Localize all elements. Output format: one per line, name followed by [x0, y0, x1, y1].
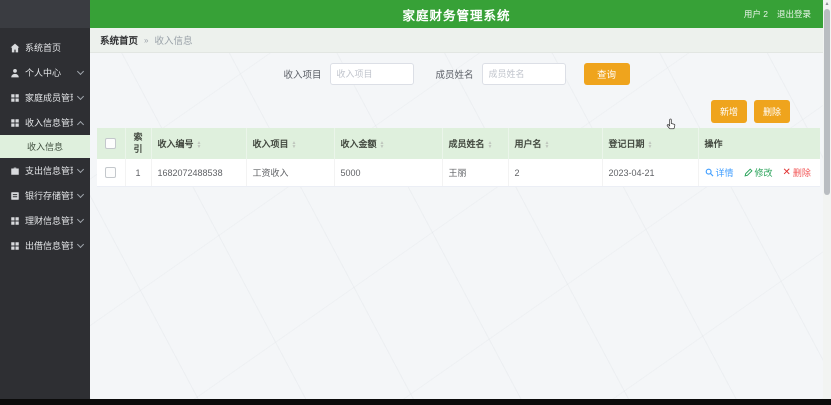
breadcrumb-current: 收入信息 [154, 36, 193, 47]
sidebar-item-wealth-management[interactable]: 理财信息管理 [0, 208, 90, 233]
breadcrumb: 系统首页 » 收入信息 [90, 28, 823, 53]
top-header-bar: 家庭财务管理系统 用户 2 退出登录 [90, 0, 823, 28]
sidebar-item-personal-center[interactable]: 个人中心 [0, 60, 90, 85]
sidebar-item-label: 银行存储管理 [25, 191, 73, 201]
briefcase-icon [10, 166, 20, 176]
current-user-label[interactable]: 用户 2 [744, 8, 768, 20]
column-header-username[interactable]: 用户名 ▲ ▼ [508, 128, 603, 160]
column-header-index: 索引 [125, 128, 152, 160]
sidebar-subitem-label: 收入信息 [26, 142, 63, 152]
chevron-down-icon [76, 67, 85, 76]
cell-username: 2 [508, 159, 603, 188]
cell-income-item: 工资收入 [246, 159, 335, 188]
table-row: 1 1682072488538 工资收入 5000 王丽 2 2023-04-2… [97, 159, 820, 188]
scrollbar-thumb[interactable] [824, 9, 830, 195]
sidebar-menu: 系统首页 个人中心 家庭成员管理 收入信息管理 [0, 28, 90, 258]
column-header-income-amount[interactable]: 收入金额 ▲ ▼ [334, 128, 443, 160]
cell-member-name: 王丽 [442, 159, 509, 188]
cell-index: 1 [125, 159, 152, 188]
sort-icon[interactable]: ▲ ▼ [197, 140, 202, 149]
sort-icon[interactable]: ▲ ▼ [648, 140, 653, 149]
sidebar-item-label: 理财信息管理 [25, 216, 73, 226]
user-icon [10, 68, 20, 78]
detail-action[interactable]: 详情 [705, 166, 734, 179]
column-header-member-name[interactable]: 成员姓名 ▲ ▼ [442, 128, 509, 160]
delete-action[interactable]: ✕ 删除 [783, 166, 811, 179]
sidebar-item-expense-management[interactable]: 支出信息管理 [0, 158, 90, 183]
home-icon [10, 43, 20, 53]
logout-link[interactable]: 退出登录 [777, 8, 811, 20]
add-button[interactable]: 新增 [710, 100, 747, 123]
chevron-down-icon [76, 240, 85, 249]
sort-icon[interactable]: ▲ ▼ [545, 140, 550, 149]
grid-icon [10, 118, 20, 128]
breadcrumb-separator: » [144, 35, 149, 45]
sidebar-item-income-management[interactable]: 收入信息管理 [0, 110, 90, 135]
app-title: 家庭财务管理系统 [402, 8, 511, 23]
scrollbar-up-arrow[interactable]: ▴ [823, 0, 831, 8]
chevron-up-icon [76, 120, 85, 128]
sidebar-item-label: 个人中心 [25, 68, 62, 78]
income-table: 索引 收入编号 ▲ ▼ 收入项目 ▲ ▼ 收入金额 ▲ ▼ 成员姓名 ▲ ▼ 用户名 ▲ ▼ 登记日… [97, 128, 820, 188]
edit-action[interactable]: 修改 [743, 166, 773, 179]
cell-income-amount: 5000 [334, 159, 443, 188]
pencil-icon [743, 168, 753, 177]
cell-income-no: 1682072488538 [151, 159, 247, 188]
column-header-register-date[interactable]: 登记日期 ▲ ▼ [602, 128, 699, 160]
main-content: 收入项目 成员姓名 查询 新增 删除 索引 收入编号▲▼ [90, 53, 823, 399]
cell-register-date: 2023-04-21 [602, 159, 699, 188]
income-item-label: 收入项目 [283, 70, 322, 81]
header-user-area: 用户 2 退出登录 [744, 0, 811, 28]
table-header-row: 索引 收入编号 ▲ ▼ 收入项目 ▲ ▼ 收入金额 ▲ ▼ 成员姓名 ▲ ▼ 用户名 ▲ ▼ 登记日… [97, 128, 820, 160]
table-toolbar: 新增 删除 [90, 100, 823, 123]
select-all-checkbox[interactable] [105, 138, 117, 150]
bank-icon [10, 191, 20, 201]
sidebar: 系统首页 个人中心 家庭成员管理 收入信息管理 [0, 0, 90, 399]
sidebar-item-bank-storage[interactable]: 银行存储管理 [0, 183, 90, 208]
chevron-down-icon [76, 165, 85, 174]
column-header-income-item[interactable]: 收入项目 ▲ ▼ [246, 128, 335, 160]
grid-icon [10, 216, 20, 226]
income-item-input[interactable] [329, 63, 414, 85]
row-checkbox[interactable] [105, 167, 117, 179]
app-window: 家庭财务管理系统 用户 2 退出登录 系统首页 个人中心 家庭成员管 收入信息管… [0, 0, 831, 405]
sidebar-item-label: 收入信息管理 [25, 118, 73, 128]
bottom-taskbar-edge [0, 399, 831, 405]
member-name-label: 成员姓名 [435, 70, 474, 81]
vertical-scrollbar[interactable]: ▴ [823, 0, 831, 399]
breadcrumb-home[interactable]: 系统首页 [100, 33, 138, 47]
sidebar-item-label: 家庭成员管理 [25, 93, 73, 103]
sidebar-logo-area [0, 0, 90, 28]
sidebar-item-family-members[interactable]: 家庭成员管理 [0, 85, 90, 110]
column-header-actions: 操作 [698, 128, 820, 160]
sidebar-item-label: 出借信息管理 [25, 241, 73, 251]
sidebar-item-lending-management[interactable]: 出借信息管理 [0, 233, 90, 258]
delete-button[interactable]: 删除 [753, 100, 790, 123]
sidebar-subitem-income-info[interactable]: 收入信息 [0, 135, 90, 158]
chevron-down-icon [76, 215, 85, 224]
sort-icon[interactable]: ▲ ▼ [292, 140, 297, 149]
search-button[interactable]: 查询 [583, 63, 630, 85]
column-header-income-no[interactable]: 收入编号 ▲ ▼ [151, 128, 247, 160]
chevron-down-icon [76, 92, 85, 101]
x-icon: ✕ [782, 167, 791, 179]
search-form: 收入项目 成员姓名 查询 [90, 63, 823, 85]
sidebar-item-label: 支出信息管理 [25, 166, 73, 176]
sidebar-item-home[interactable]: 系统首页 [0, 35, 90, 60]
chevron-down-icon [76, 190, 85, 199]
row-actions: 详情 修改 ✕ 删除 [705, 166, 815, 179]
sidebar-item-label: 系统首页 [25, 43, 62, 53]
sort-icon[interactable]: ▲ ▼ [380, 140, 385, 149]
grid-icon [10, 241, 20, 251]
magnifier-icon [705, 169, 713, 177]
sort-icon[interactable]: ▲ ▼ [488, 140, 493, 149]
grid-icon [10, 93, 20, 103]
member-name-input[interactable] [481, 63, 566, 85]
